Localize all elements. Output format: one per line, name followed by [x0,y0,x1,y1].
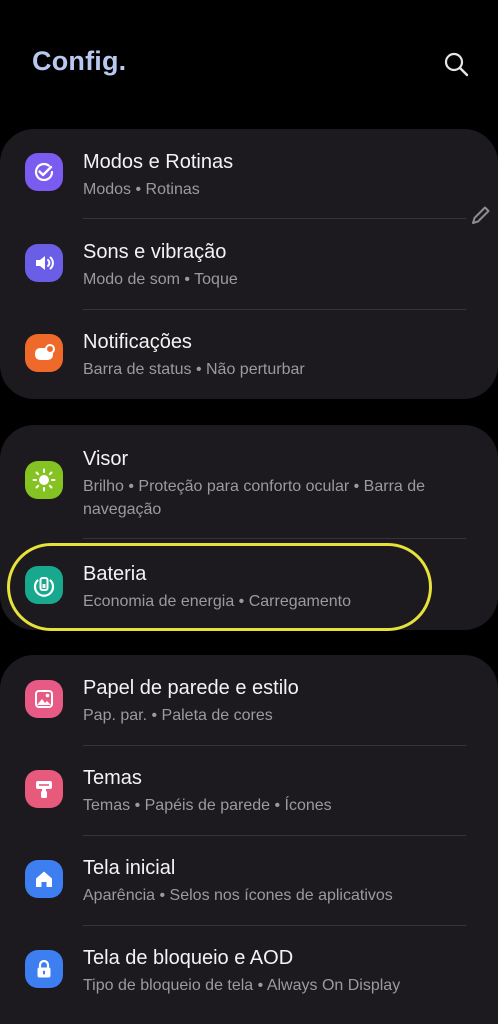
home-icon [25,860,63,898]
settings-item-title: Modos e Rotinas [83,151,234,173]
settings-item-title: Sons e vibração [83,241,227,263]
settings-item-sounds-vibration[interactable]: Sons e vibração Modo de som • Toque [0,233,498,308]
divider [83,745,466,746]
settings-item-subtitle: Temas • Papéis de parede • Ícones [83,797,332,814]
settings-item-wallpaper-style[interactable]: Papel de parede e estilo Pap. par. • Pal… [0,669,498,744]
wallpaper-icon [25,680,63,718]
divider [83,925,466,926]
settings-item-title: Tela inicial [83,857,176,879]
settings-item-title: Bateria [83,563,147,585]
page-title: Config. [32,46,127,76]
divider [83,538,466,539]
settings-item-subtitle: Barra de status • Não perturbar [83,361,305,378]
settings-item-modes-routines[interactable]: Modos e Rotinas Modos • Rotinas [0,143,498,218]
settings-item-subtitle: Aparência • Selos nos ícones de aplicati… [83,887,393,904]
settings-item-title: Tela de bloqueio e AOD [83,947,294,969]
divider [83,835,466,836]
pencil-icon [472,206,490,224]
divider [83,218,466,219]
settings-item-home-screen[interactable]: Tela inicial Aparência • Selos nos ícone… [0,849,498,924]
lock-icon [25,950,63,988]
battery-icon [25,566,63,604]
search-icon [444,52,469,77]
settings-item-title: Temas [83,767,142,789]
notification-icon [25,334,63,372]
settings-item-subtitle: Brilho • Proteção para conforto ocular •… [83,478,426,518]
settings-item-themes[interactable]: Temas Temas • Papéis de parede • Ícones [0,759,498,834]
edit-button[interactable] [466,200,496,230]
settings-item-subtitle: Pap. par. • Paleta de cores [83,707,273,724]
settings-item-subtitle: Modos • Rotinas [83,181,200,198]
modes-check-icon [25,153,63,191]
settings-item-title: Papel de parede e estilo [83,677,299,699]
settings-item-subtitle: Modo de som • Toque [83,271,238,288]
settings-item-subtitle: Tipo de bloqueio de tela • Always On Dis… [83,977,401,994]
app-header: Config. [0,0,498,128]
settings-item-lock-screen-aod[interactable]: Tela de bloqueio e AOD Tipo de bloqueio … [0,939,498,1014]
settings-screen: Config. Modos e Rotinas Modos • Rotinas [0,0,498,1024]
settings-item-subtitle: Economia de energia • Carregamento [83,593,351,610]
settings-item-title: Notificações [83,331,192,353]
settings-item-battery[interactable]: Bateria Economia de energia • Carregamen… [0,555,498,625]
search-button[interactable] [438,46,474,82]
divider [83,309,466,310]
settings-item-title: Visor [83,448,129,470]
themes-icon [25,770,63,808]
settings-item-notifications[interactable]: Notificações Barra de status • Não pertu… [0,323,498,398]
brightness-icon [25,461,63,499]
speaker-icon [25,244,63,282]
settings-item-display[interactable]: Visor Brilho • Proteção para conforto oc… [0,440,498,535]
